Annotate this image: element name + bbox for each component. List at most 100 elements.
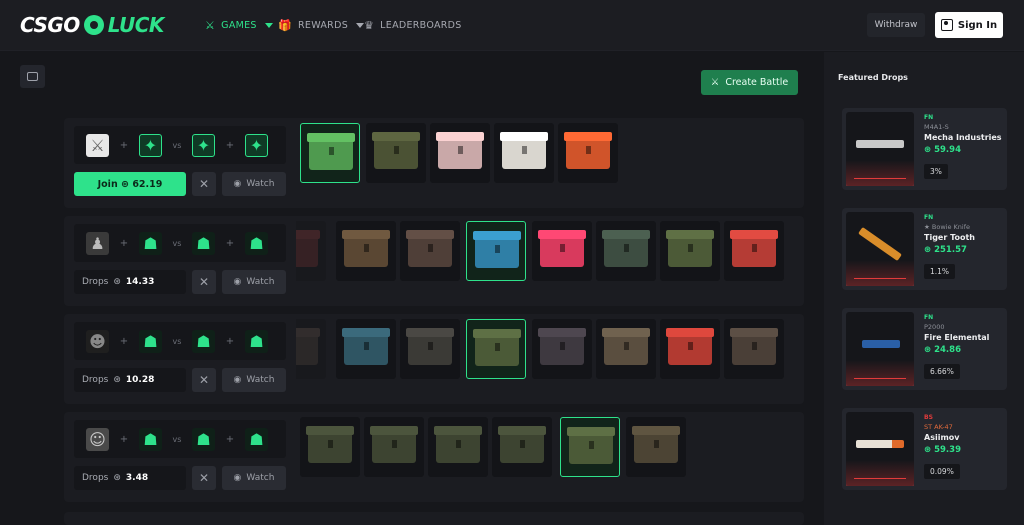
case-item[interactable] <box>596 319 656 379</box>
weapon-image <box>846 212 914 286</box>
watch-button[interactable]: ◉ Watch <box>222 172 286 196</box>
drop-chance: 3% <box>924 164 948 179</box>
featured-drop-card[interactable]: FN ★ Bowie Knife Tiger Tooth ⊛ 251.57 1.… <box>842 208 1007 290</box>
eye-icon: ◉ <box>233 375 242 385</box>
featured-drop-card[interactable]: BS ST AK-47 Asiimov ⊛ 59.39 0.09% <box>842 408 1007 490</box>
case-item[interactable] <box>430 123 490 183</box>
battle-row[interactable]: ☺ + ☗ vs ☗ + ☗ Drops ⊛ 3.48 ✕ ◉ Watch <box>64 412 804 502</box>
create-battle-button[interactable]: ⚔ Create Battle <box>701 70 798 95</box>
case-item[interactable] <box>428 417 488 477</box>
bot-icon: ☗ <box>139 427 162 451</box>
case-item[interactable] <box>300 123 360 183</box>
case-strip <box>296 118 796 204</box>
drops-value: Drops ⊛ 14.33 <box>74 270 186 294</box>
swords-icon: ✕ <box>198 471 210 485</box>
bot-icon: ☗ <box>139 231 162 255</box>
swords-icon: ✕ <box>198 373 210 387</box>
coin-icon: ⊛ <box>924 145 932 155</box>
weapon-image <box>846 112 914 186</box>
drop-chance: 6.66% <box>924 364 960 379</box>
case-item[interactable] <box>400 319 460 379</box>
games-icon: ⚔ <box>205 19 216 32</box>
drop-chance: 1.1% <box>924 264 956 279</box>
watch-button[interactable]: ◉ Watch <box>222 466 286 490</box>
join-slot-icon[interactable]: ✦ <box>139 133 162 157</box>
case-item[interactable] <box>336 221 396 281</box>
case-item[interactable] <box>366 123 426 183</box>
case-item[interactable] <box>660 221 720 281</box>
weapon-image <box>846 312 914 386</box>
drop-chance: 0.09% <box>924 464 960 479</box>
player-avatar: ♟ <box>86 231 109 255</box>
watch-button[interactable]: ◉ Watch <box>222 270 286 294</box>
case-item[interactable] <box>466 221 526 281</box>
battle-players: ☻ + ☗ vs ☗ + ☗ <box>74 322 286 360</box>
coin-icon: ⊛ <box>113 277 121 287</box>
coin-icon: ⊛ <box>113 375 121 385</box>
case-item[interactable] <box>724 319 784 379</box>
case-item[interactable] <box>336 319 396 379</box>
price: ⊛ 24.86 <box>924 345 961 355</box>
signin-button[interactable]: Sign In <box>935 12 1003 38</box>
join-slot-icon[interactable]: ✦ <box>192 133 215 157</box>
case-item[interactable] <box>296 221 326 281</box>
logo[interactable]: CSGO LUCK <box>20 13 164 37</box>
coin-icon: ⊛ <box>113 473 121 483</box>
withdraw-button[interactable]: Withdraw <box>867 13 925 37</box>
nav-leaderboards[interactable]: ♛ LEADERBOARDS <box>364 0 462 51</box>
case-item[interactable] <box>532 319 592 379</box>
bot-icon: ☗ <box>245 329 268 353</box>
weapon-image <box>846 412 914 486</box>
bot-icon: ☗ <box>139 329 162 353</box>
battle-row[interactable]: ☻ + ☗ vs ☗ + ☗ Drops ⊛ 10.28 ✕ ◉ Watch <box>64 314 804 404</box>
case-item[interactable] <box>558 123 618 183</box>
battle-players: ☺ + ☗ vs ☗ + ☗ <box>74 420 286 458</box>
price: ⊛ 59.39 <box>924 445 961 455</box>
chat-icon <box>27 72 38 81</box>
battle-row[interactable] <box>64 512 804 525</box>
coin-icon: ⊛ <box>924 445 932 455</box>
drops-value: Drops ⊛ 10.28 <box>74 368 186 392</box>
battle-row[interactable]: ♟ + ☗ vs ☗ + ☗ Drops ⊛ 14.33 ✕ ◉ Watch <box>64 216 804 306</box>
case-item[interactable] <box>532 221 592 281</box>
case-item[interactable] <box>494 123 554 183</box>
nav-rewards[interactable]: 🎁 REWARDS <box>278 0 365 51</box>
case-item[interactable] <box>596 221 656 281</box>
case-item[interactable] <box>300 417 360 477</box>
user-icon <box>940 19 953 31</box>
battle-row[interactable]: ⚔ + ✦ vs ✦ + ✦ Join ⊛ 62.19 ✕ ◉ Watch <box>64 118 804 208</box>
featured-drop-card[interactable]: FN P2000 Fire Elemental ⊛ 24.86 6.66% <box>842 308 1007 390</box>
case-item[interactable] <box>296 319 326 379</box>
crown-icon: ♛ <box>364 19 375 32</box>
chat-button[interactable] <box>20 65 45 88</box>
bot-icon: ☗ <box>192 329 215 353</box>
coin-icon: ⊛ <box>924 245 932 255</box>
case-item[interactable] <box>626 417 686 477</box>
case-item[interactable] <box>466 319 526 379</box>
battle-mode-button[interactable]: ✕ <box>192 270 216 294</box>
drops-value: Drops ⊛ 3.48 <box>74 466 186 490</box>
case-strip <box>296 314 796 400</box>
featured-drop-card[interactable]: FN M4A1-S Mecha Industries ⊛ 59.94 3% <box>842 108 1007 190</box>
player-avatar: ☺ <box>86 427 109 451</box>
swords-icon: ✕ <box>198 275 210 289</box>
nav-games[interactable]: ⚔ GAMES <box>205 0 273 51</box>
case-item[interactable] <box>660 319 720 379</box>
watch-button[interactable]: ◉ Watch <box>222 368 286 392</box>
bot-icon: ☗ <box>245 427 268 451</box>
battle-mode-button[interactable]: ✕ <box>192 172 216 196</box>
case-item[interactable] <box>364 417 424 477</box>
battle-mode-button[interactable]: ✕ <box>192 466 216 490</box>
featured-drops-title: Featured Drops <box>838 73 908 82</box>
join-battle-button[interactable]: Join ⊛ 62.19 <box>74 172 186 196</box>
battle-players: ♟ + ☗ vs ☗ + ☗ <box>74 224 286 262</box>
case-item[interactable] <box>400 221 460 281</box>
case-item[interactable] <box>560 417 620 477</box>
player-avatar: ⚔ <box>86 133 109 157</box>
battle-mode-button[interactable]: ✕ <box>192 368 216 392</box>
eye-icon: ◉ <box>233 473 242 483</box>
swords-icon: ⚔ <box>710 77 720 88</box>
join-slot-icon[interactable]: ✦ <box>245 133 268 157</box>
case-item[interactable] <box>492 417 552 477</box>
case-item[interactable] <box>724 221 784 281</box>
